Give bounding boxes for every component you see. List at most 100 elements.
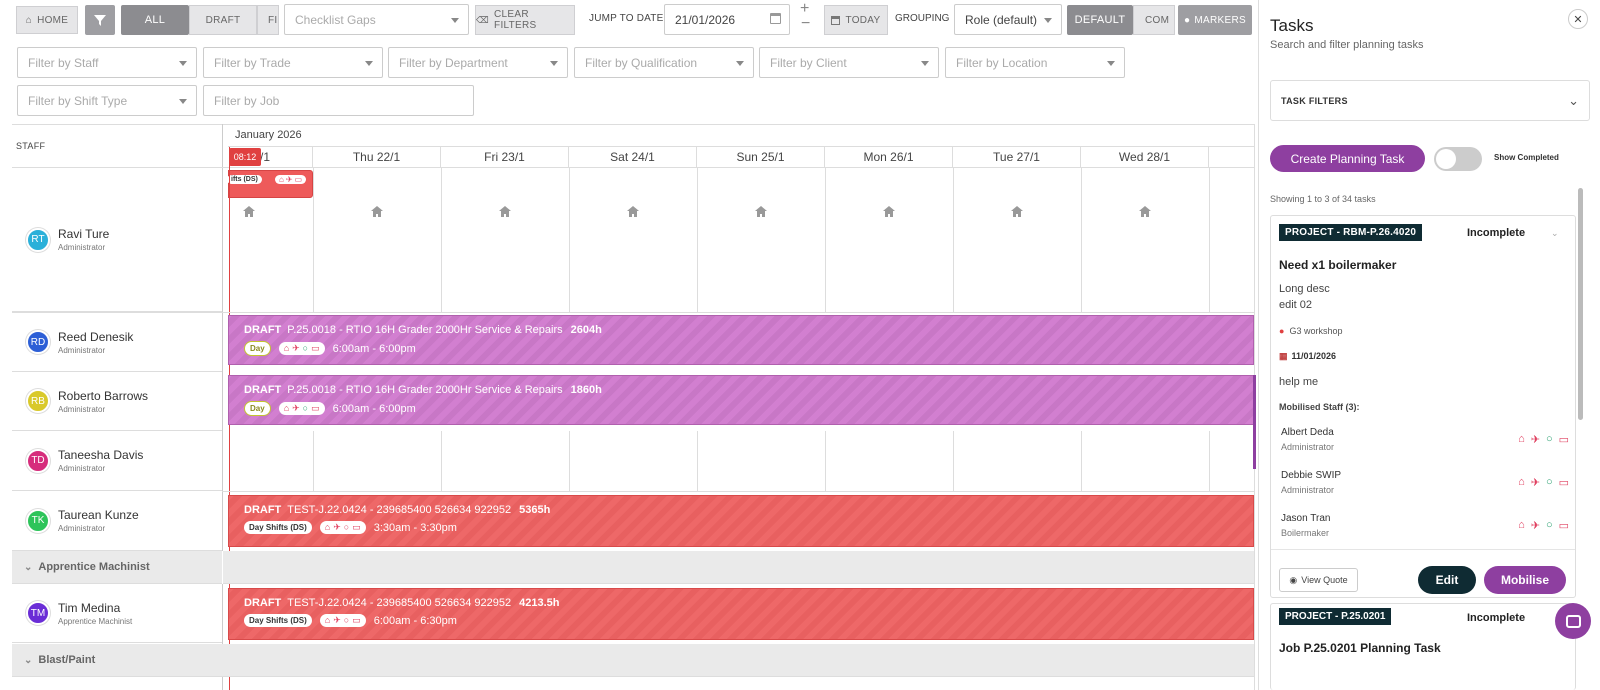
- view-fi-button[interactable]: FI: [257, 5, 279, 35]
- home-icon: ⌂: [283, 403, 290, 413]
- qualification-filter[interactable]: Filter by Qualification: [574, 47, 754, 78]
- shift-block-partial[interactable]: ifts (DS) ⌂ ✈ ▭: [227, 170, 313, 198]
- staff-name: Ravi Ture: [58, 227, 110, 241]
- avatar: RB: [26, 389, 50, 413]
- home-icon: ⌂: [324, 615, 331, 625]
- home-icon: ⌂: [1518, 433, 1525, 445]
- mobilise-button[interactable]: Mobilise: [1484, 566, 1566, 594]
- home-icon: ⌂: [279, 175, 284, 184]
- today-button[interactable]: TODAY: [824, 5, 888, 35]
- staff-role: Administrator: [58, 243, 106, 252]
- car-icon: ▭: [294, 175, 303, 184]
- task-description: Long desc: [1279, 283, 1330, 295]
- com-view-button[interactable]: COM: [1133, 5, 1175, 35]
- markers-button[interactable]: ● MARKERS: [1178, 5, 1252, 35]
- status-icons: ⌂ ✈ ○ ▭: [1518, 476, 1569, 489]
- checklist-gaps-select[interactable]: Checklist Gaps: [284, 4, 469, 35]
- staff-row[interactable]: RB Roberto Barrows Administrator: [12, 372, 222, 431]
- create-planning-task-button[interactable]: Create Planning Task: [1270, 145, 1425, 172]
- home-icon: [371, 206, 383, 217]
- month-label: January 2026: [235, 129, 302, 141]
- department-filter[interactable]: Filter by Department: [388, 47, 568, 78]
- scrollbar-thumb[interactable]: [1253, 375, 1256, 469]
- chevron-down-icon: ⌄: [24, 561, 33, 573]
- client-filter[interactable]: Filter by Client: [759, 47, 939, 78]
- view-quote-button[interactable]: ◉ View Quote: [1279, 568, 1358, 592]
- staff-column-header: STAFF: [16, 141, 46, 151]
- mobilised-label: Mobilised Staff (3):: [1279, 402, 1360, 412]
- staff-row[interactable]: TM Tim Medina Apprentice Machinist: [12, 584, 222, 643]
- check-icon: ○: [1545, 476, 1553, 488]
- zoom-in-button[interactable]: +: [800, 1, 809, 17]
- view-all-button[interactable]: ALL: [121, 5, 189, 35]
- chevron-down-icon: [365, 60, 373, 66]
- default-view-button[interactable]: DEFAULT: [1067, 5, 1133, 35]
- staff-name: Roberto Barrows: [58, 388, 149, 403]
- mobilised-staff-item[interactable]: Albert Deda Administrator ⌂ ✈ ○ ▭: [1271, 418, 1575, 461]
- trade-filter[interactable]: Filter by Trade: [203, 47, 383, 78]
- mobilised-staff-item[interactable]: Debbie SWIP Administrator ⌂ ✈ ○ ▭: [1271, 461, 1575, 504]
- shift-type-pill: Day Shifts (DS): [244, 521, 312, 534]
- edit-button[interactable]: Edit: [1418, 566, 1476, 594]
- view-draft-button[interactable]: DRAFT: [189, 5, 257, 35]
- task-filters-accordion[interactable]: TASK FILTERS ⌄: [1270, 80, 1590, 121]
- task-card[interactable]: PROJECT - P.25.0201 Incomplete Job P.25.…: [1270, 603, 1576, 690]
- shift-bar[interactable]: DRAFT TEST-J.22.0424 - 239685400 526634 9…: [228, 588, 1254, 640]
- status-select[interactable]: Incomplete: [1467, 612, 1525, 624]
- staff-role: Administrator: [58, 524, 106, 533]
- home-icon: [243, 206, 255, 217]
- map-pin-icon: ●: [1279, 326, 1285, 336]
- date-input[interactable]: 21/01/2026: [664, 4, 790, 35]
- task-location: G3 workshop: [1289, 326, 1343, 336]
- home-button[interactable]: ⌂ HOME: [16, 6, 78, 34]
- car-icon: ▭: [311, 403, 320, 413]
- group-header-apprentice-machinist[interactable]: ⌄ Apprentice Machinist: [12, 551, 1254, 584]
- staff-row[interactable]: RD Reed Denesik Administrator: [12, 313, 222, 372]
- home-icon: ⌂: [283, 343, 290, 353]
- status-icons: ⌂ ✈ ○ ▭: [278, 402, 325, 415]
- chevron-down-icon: ⌄: [24, 654, 33, 666]
- car-icon: ▭: [311, 343, 320, 353]
- home-icon: [1139, 206, 1151, 217]
- clear-filters-button[interactable]: ⌫ CLEAR FILTERS: [475, 5, 575, 35]
- home-icon: ⌂: [1518, 519, 1525, 531]
- panel-scrollbar-thumb[interactable]: [1578, 188, 1583, 420]
- plane-icon: ✈: [1530, 434, 1540, 446]
- shift-type-filter[interactable]: Filter by Shift Type: [17, 85, 197, 116]
- zoom-out-button[interactable]: −: [801, 16, 810, 32]
- staff-row[interactable]: TK Taurean Kunze Administrator: [12, 491, 222, 551]
- calendar-icon: [831, 15, 841, 25]
- staff-role: Apprentice Machinist: [58, 616, 133, 626]
- group-header-blast-paint[interactable]: ⌄ Blast/Paint: [12, 644, 1254, 677]
- day-header: Mon 26/1: [825, 147, 953, 167]
- shift-bar[interactable]: DRAFT TEST-J.22.0424 - 239685400 526634 9…: [228, 495, 1254, 547]
- show-completed-toggle[interactable]: [1434, 147, 1482, 171]
- plane-icon: ✈: [292, 403, 300, 413]
- tasks-panel: Tasks Search and filter planning tasks ✕…: [1258, 0, 1600, 690]
- mobilised-staff-item[interactable]: Jason Tran Boilermaker ⌂ ✈ ○ ▭: [1271, 504, 1575, 547]
- grouping-select[interactable]: Role (default): [954, 4, 1062, 35]
- location-filter[interactable]: Filter by Location: [945, 47, 1125, 78]
- plane-icon: ✈: [1530, 477, 1540, 489]
- jump-to-date-label: JUMP TO DATE: [589, 13, 664, 24]
- job-filter[interactable]: Filter by Job: [203, 85, 474, 116]
- staff-row[interactable]: RT Ravi Ture Administrator: [12, 168, 222, 312]
- eye-icon: ◉: [1289, 574, 1298, 585]
- shift-bar[interactable]: DRAFT P.25.0018 - RTIO 16H Grader 2000Hr …: [228, 375, 1254, 425]
- task-card[interactable]: PROJECT - RBM-P.26.4020 Incomplete ⌄ Nee…: [1270, 215, 1576, 598]
- staff-filter[interactable]: Filter by Staff: [17, 47, 197, 78]
- check-icon: ○: [302, 403, 309, 413]
- close-panel-button[interactable]: ✕: [1568, 9, 1588, 29]
- shift-bar[interactable]: DRAFT P.25.0018 - RTIO 16H Grader 2000Hr …: [228, 315, 1254, 365]
- filter-toggle-button[interactable]: [85, 5, 115, 35]
- status-select[interactable]: Incomplete: [1467, 227, 1525, 239]
- task-date: 11/01/2026: [1291, 351, 1337, 361]
- day-header: Thu 22/1: [313, 147, 441, 167]
- results-count: Showing 1 to 3 of 34 tasks: [1270, 194, 1376, 204]
- staff-row[interactable]: TD Taneesha Davis Administrator: [12, 431, 222, 491]
- home-icon: ⌂: [1518, 476, 1525, 488]
- chat-button[interactable]: [1555, 603, 1591, 639]
- check-icon: ○: [343, 615, 350, 625]
- home-icon: [883, 206, 895, 217]
- status-icons: ⌂ ✈ ○ ▭: [319, 521, 366, 534]
